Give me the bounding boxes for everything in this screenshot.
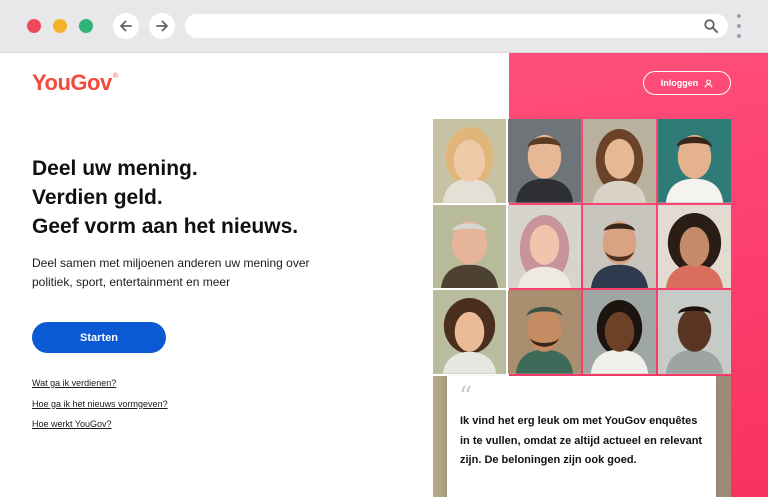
- hero-subtitle: Deel samen met miljoenen anderen uw meni…: [32, 256, 310, 289]
- maximize-window-button[interactable]: [79, 19, 93, 33]
- member-photo: [583, 204, 656, 289]
- testimonial-card: “ Ik vind het erg leuk om met YouGov enq…: [447, 376, 716, 497]
- browser-chrome: [0, 0, 768, 53]
- member-photo: [433, 119, 506, 203]
- member-photo: [433, 204, 506, 289]
- page-content: YouGov® Inloggen Deel uw mening. Verdien…: [0, 53, 768, 497]
- faq-link-how-it-works[interactable]: Hoe werkt YouGov?: [32, 418, 168, 439]
- testimonial-text: Ik vind het erg leuk om met YouGov enquê…: [460, 415, 703, 466]
- member-photo: [508, 119, 581, 203]
- member-photo-grid: [433, 119, 731, 374]
- faq-links: Wat ga ik verdienen? Hoe ga ik het nieuw…: [32, 377, 168, 439]
- headline-line-2: Verdien geld.: [32, 186, 163, 209]
- hero-headline: Deel uw mening. Verdien geld. Geef vorm …: [32, 154, 412, 241]
- member-photo: [433, 290, 506, 374]
- login-button[interactable]: Inloggen: [643, 71, 731, 95]
- member-photo: [658, 290, 731, 374]
- search-icon[interactable]: [703, 18, 719, 34]
- member-photo: [658, 119, 731, 203]
- close-window-button[interactable]: [27, 19, 41, 33]
- faq-link-news[interactable]: Hoe ga ik het nieuws vormgeven?: [32, 398, 168, 419]
- member-photo: [583, 290, 656, 374]
- back-button[interactable]: [113, 13, 139, 39]
- member-photo: [658, 204, 731, 289]
- user-icon: [704, 78, 713, 88]
- address-bar[interactable]: [185, 14, 728, 38]
- member-photo: [508, 204, 581, 289]
- member-photo: [583, 119, 656, 203]
- kebab-menu-icon[interactable]: [737, 14, 741, 38]
- forward-button[interactable]: [149, 13, 175, 39]
- login-label: Inloggen: [660, 78, 699, 88]
- quote-icon: “: [459, 382, 473, 412]
- member-photo: [508, 290, 581, 374]
- minimize-window-button[interactable]: [53, 19, 67, 33]
- arrow-left-icon: [120, 20, 132, 32]
- headline-line-3: Geef vorm aan het nieuws.: [32, 215, 299, 238]
- arrow-right-icon: [156, 20, 168, 32]
- faq-link-earnings[interactable]: Wat ga ik verdienen?: [32, 377, 168, 398]
- yougov-logo[interactable]: YouGov®: [32, 70, 118, 96]
- headline-line-1: Deel uw mening.: [32, 157, 198, 180]
- start-button[interactable]: Starten: [32, 322, 166, 353]
